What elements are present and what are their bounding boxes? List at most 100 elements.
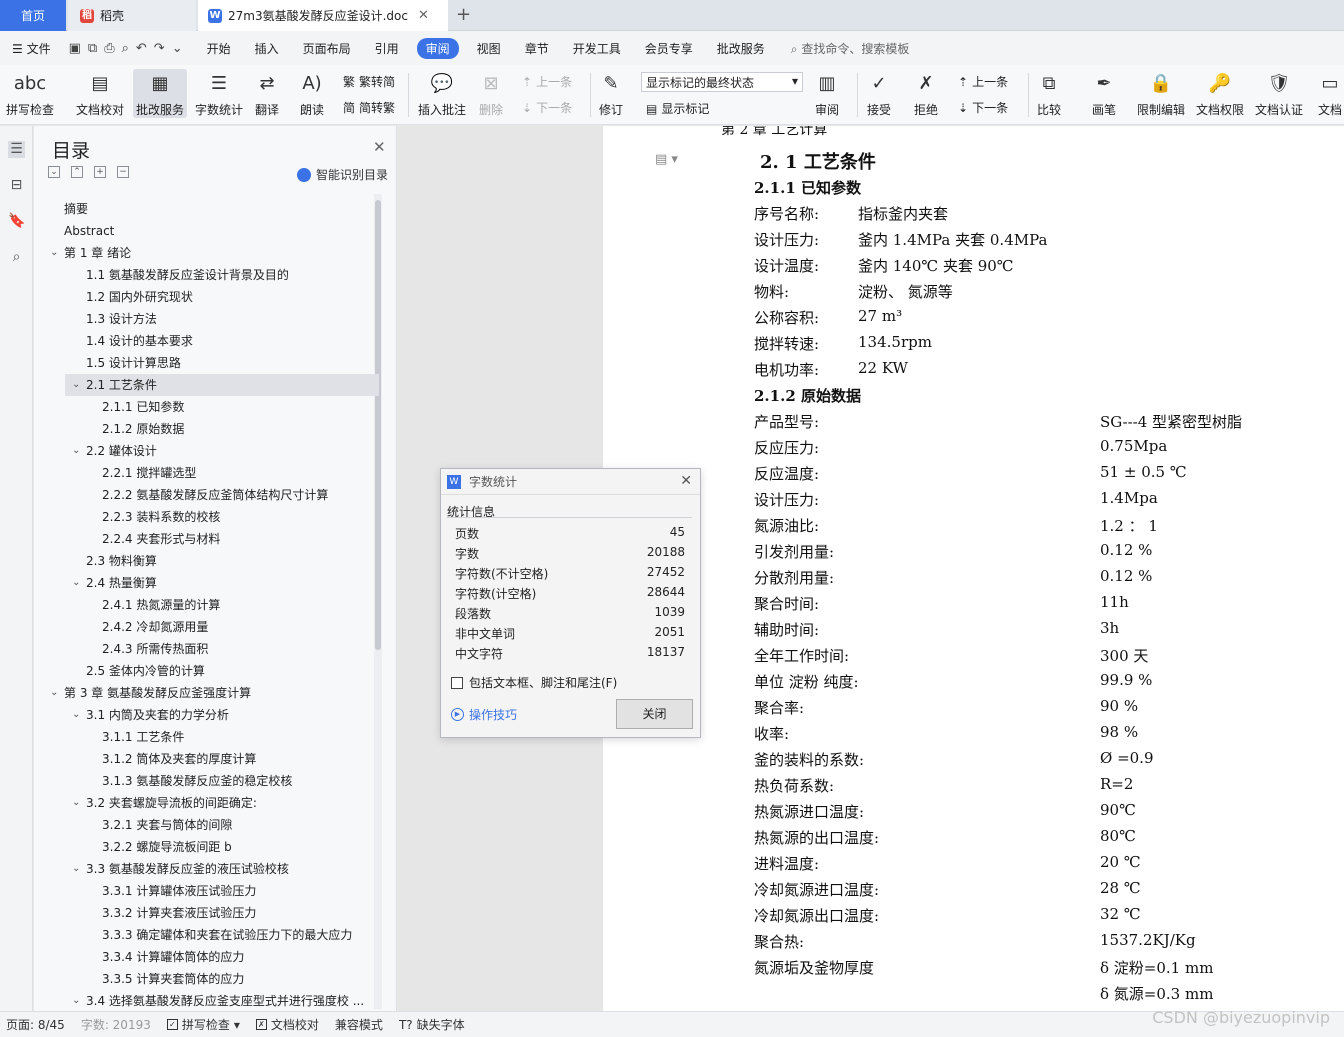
next-comment-button[interactable]: ⇣ 下一条 [522,99,572,116]
read-aloud-button[interactable]: A) 朗读 [299,69,325,118]
trad-to-simp-button[interactable]: 繁繁转简 [343,73,395,90]
insert-comment-button[interactable]: 💬 插入批注 [418,69,466,118]
save-icon[interactable]: ▣ [69,41,81,56]
chevron-down-icon[interactable]: ⌄ [72,792,84,814]
remove-heading-icon[interactable]: − [117,166,129,178]
proofread-status[interactable]: ✗ 文档校对 [255,1016,319,1033]
chevron-down-icon[interactable]: ⌄ [72,374,84,396]
toc-item[interactable]: 2.2.4 夹套形式与材料 [34,528,379,550]
menu-chapter[interactable]: 章节 [513,40,561,57]
toc-item[interactable]: 3.2.1 夹套与筒体的间隙 [34,814,379,836]
menu-start[interactable]: 开始 [195,40,243,57]
toc-item[interactable]: ⌄ 2.4 热量衡算 [34,572,379,594]
menu-devtools[interactable]: 开发工具 [561,40,633,57]
toc-item[interactable]: ⌄ 2.1 工艺条件 [65,374,379,396]
toc-item[interactable]: 3.1.1 工艺条件 [34,726,379,748]
toc-item[interactable]: 3.2.2 螺旋导流板间距 b [34,836,379,858]
tab-document[interactable]: W 27m3氨基酸发酵反应釜设计.doc ✕ [198,0,448,31]
toc-item[interactable]: 2.1.1 已知参数 [34,396,379,418]
tips-link[interactable]: ▶ 操作技巧 [451,706,517,723]
toc-item[interactable]: 2.1.2 原始数据 [34,418,379,440]
doc-cert-button[interactable]: 🛡 文档认证 [1255,69,1303,118]
toc-item[interactable]: ⌄ 第 1 章 绪论 [34,242,379,264]
reject-button[interactable]: ✗ 拒绝 [913,69,939,118]
chevron-down-icon[interactable]: ⌄ [72,990,84,1012]
toc-item[interactable]: 2.2.3 装料系数的校核 [34,506,379,528]
toc-item[interactable]: 1.3 设计方法 [34,308,379,330]
delete-comment-button[interactable]: ⊠ 删除 [478,69,504,118]
toc-item[interactable]: 1.5 设计计算思路 [34,352,379,374]
toc-item[interactable]: 3.3.3 确定罐体和夹套在试验压力下的最大应力 [34,924,379,946]
toc-item[interactable]: 3.3.2 计算夹套液压试验压力 [34,902,379,924]
chevron-down-icon[interactable]: ⌄ [50,682,62,704]
translate-button[interactable]: ⇄ 翻译 [254,69,280,118]
undo-icon[interactable]: ↶ [136,41,147,56]
word-count-button[interactable]: ☰ 字数统计 [195,69,243,118]
add-heading-icon[interactable]: + [94,166,106,178]
close-icon[interactable]: ✕ [680,473,692,489]
toc-item[interactable]: 3.3.1 计算罐体液压试验压力 [34,880,379,902]
collapse-all-icon[interactable]: ⌃ [71,166,83,178]
menu-insert[interactable]: 插入 [243,40,291,57]
markup-state-select[interactable]: 显示标记的最终状态 ▾ [641,72,803,92]
customize-chevron-icon[interactable]: ⌄ [172,41,183,56]
restrict-edit-button[interactable]: 🔒 限制编辑 [1137,69,1185,118]
toc-item[interactable]: 摘要 [34,198,379,220]
track-changes-button[interactable]: ✎ 修订 [598,69,624,118]
spell-check-button[interactable]: abc 拼写检查 [6,69,54,118]
checkbox-icon[interactable] [451,676,463,689]
chevron-down-icon[interactable]: ⌄ [50,242,62,264]
tab-home[interactable]: 首页 [0,0,66,31]
toc-item[interactable]: ⌄ 3.4 选择氨基酸发酵反应釜支座型式并进行强度校 ... [34,990,379,1012]
chevron-down-icon[interactable]: ⌄ [72,858,84,880]
simp-to-trad-button[interactable]: 简简转繁 [343,99,395,116]
outline-icon[interactable]: ☰ [8,141,25,158]
dialog-titlebar[interactable]: W 字数统计 [441,469,700,495]
tab-daoke[interactable]: 稻 稻壳 [68,0,196,31]
pen-button[interactable]: ✒ 画笔 [1091,69,1117,118]
spell-check-status[interactable]: ✓ 拼写检查 ▾ [166,1016,240,1033]
compat-mode[interactable]: 兼容模式 [335,1016,383,1033]
file-menu[interactable]: ☰ 文件 [0,40,63,57]
page-indicator[interactable]: 页面: 8/45 [6,1016,65,1033]
toc-item[interactable]: 2.4.1 热氮源量的计算 [34,594,379,616]
menu-grading[interactable]: 批改服务 [705,40,777,57]
doc-more-button[interactable]: ▭ 文档 [1317,69,1343,118]
command-search[interactable]: ⌕ 查找命令、搜索模板 [791,40,910,57]
toc-item[interactable]: 3.3.5 计算夹套筒体的应力 [34,968,379,990]
chapter-icon[interactable]: ⊟ [8,177,25,194]
toc-item[interactable]: 2.3 物料衡算 [34,550,379,572]
toc-item[interactable]: ⌄ 第 3 章 氨基酸发酵反应釜强度计算 [34,682,379,704]
menu-member[interactable]: 会员专享 [633,40,705,57]
chevron-down-icon[interactable]: ⌄ [72,572,84,594]
toc-item[interactable]: 1.1 氨基酸发酵反应釜设计背景及目的 [34,264,379,286]
toc-item[interactable]: 1.4 设计的基本要求 [34,330,379,352]
chevron-down-icon[interactable]: ⌄ [72,440,84,462]
toc-item[interactable]: ⌄ 2.2 罐体设计 [34,440,379,462]
document-page[interactable]: ▤ ▾ 第 2 章 工艺计算 2. 1 工艺条件 2.1.1 已知参数 序号名称… [603,126,1344,1011]
chevron-down-icon[interactable]: ⌄ [72,704,84,726]
review-pane-button[interactable]: ▥ 审阅 [814,69,840,118]
prev-change-button[interactable]: ⇡ 上一条 [958,73,1008,90]
toc-item[interactable]: 3.1.3 氨基酸发酵反应釜的稳定校核 [34,770,379,792]
prev-comment-button[interactable]: ⇡ 上一条 [522,73,572,90]
expand-all-icon[interactable]: ⌄ [48,166,60,178]
menu-layout[interactable]: 页面布局 [291,40,363,57]
paragraph-menu-icon[interactable]: ▤ ▾ [655,152,678,167]
smart-toc-button[interactable]: 智能识别目录 [297,166,388,183]
preview-icon[interactable]: ⌕ [122,41,129,56]
toc-item[interactable]: ⌄ 3.2 夹套螺旋导流板的间距确定: [34,792,379,814]
toc-item[interactable]: ⌄ 3.1 内筒及夹套的力学分析 [34,704,379,726]
accept-button[interactable]: ✓ 接受 [866,69,892,118]
toc-item[interactable]: 2.4.2 冷却氮源用量 [34,616,379,638]
toc-item[interactable]: 2.5 釜体内冷管的计算 [34,660,379,682]
grading-service-button[interactable]: ▦ 批改服务 [133,69,188,118]
close-tab-icon[interactable]: ✕ [418,8,429,23]
toc-item[interactable]: 3.3.4 计算罐体筒体的应力 [34,946,379,968]
new-tab-icon[interactable]: + [456,4,471,25]
menu-reference[interactable]: 引用 [363,40,411,57]
saveas-icon[interactable]: ⧉ [88,41,97,56]
toc-item[interactable]: 2.2.1 搅拌罐选型 [34,462,379,484]
next-change-button[interactable]: ⇣ 下一条 [958,99,1008,116]
toc-item[interactable]: ⌄ 3.3 氨基酸发酵反应釜的液压试验校核 [34,858,379,880]
